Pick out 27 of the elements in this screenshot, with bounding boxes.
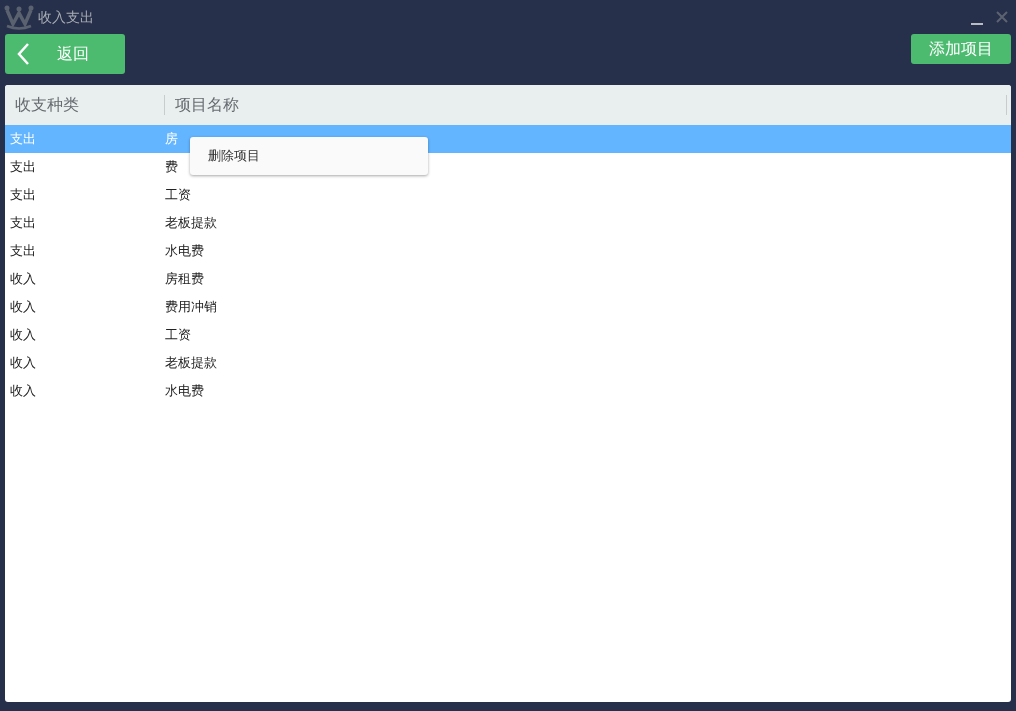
table-cell-text: 房租费 — [165, 270, 204, 289]
table-cell-text: 收入 — [9, 382, 37, 401]
table-cell-text: 工资 — [165, 326, 191, 345]
table-cell-text: 收入 — [9, 354, 37, 373]
window-title: 收入支出 — [38, 7, 94, 27]
column-header: 项目名称 — [175, 94, 239, 116]
table-cell-text: 房 — [165, 130, 178, 149]
table-cell-text: 支出 — [9, 214, 37, 233]
table-cell-text: 收入 — [9, 326, 37, 345]
table-cell-text: 支出 — [9, 242, 37, 261]
table-cell-text: 收入 — [9, 298, 37, 317]
table-cell-text: 支出 — [9, 130, 37, 149]
crown-logo-icon — [4, 4, 34, 30]
back-button[interactable]: 返回 — [5, 34, 125, 74]
table-cell-text: 费用冲销 — [165, 298, 217, 317]
table-cell-text: 收入 — [9, 270, 37, 289]
chevron-left-icon — [16, 42, 30, 66]
table-cell-text: 水电费 — [165, 242, 204, 261]
table-cell-text: 支出 — [9, 186, 37, 205]
table-cell-text: 老板提款 — [165, 214, 217, 233]
add-item-button[interactable]: 添加项目 — [911, 34, 1011, 64]
table-cell-text: 工资 — [165, 186, 191, 205]
table-cell-text: 老板提款 — [165, 354, 217, 373]
table-cell-text: 费 — [165, 158, 178, 177]
table-cell-text: 水电费 — [165, 382, 204, 401]
table-cell-text: 支出 — [9, 158, 37, 177]
column-header: 收支种类 — [15, 94, 79, 116]
